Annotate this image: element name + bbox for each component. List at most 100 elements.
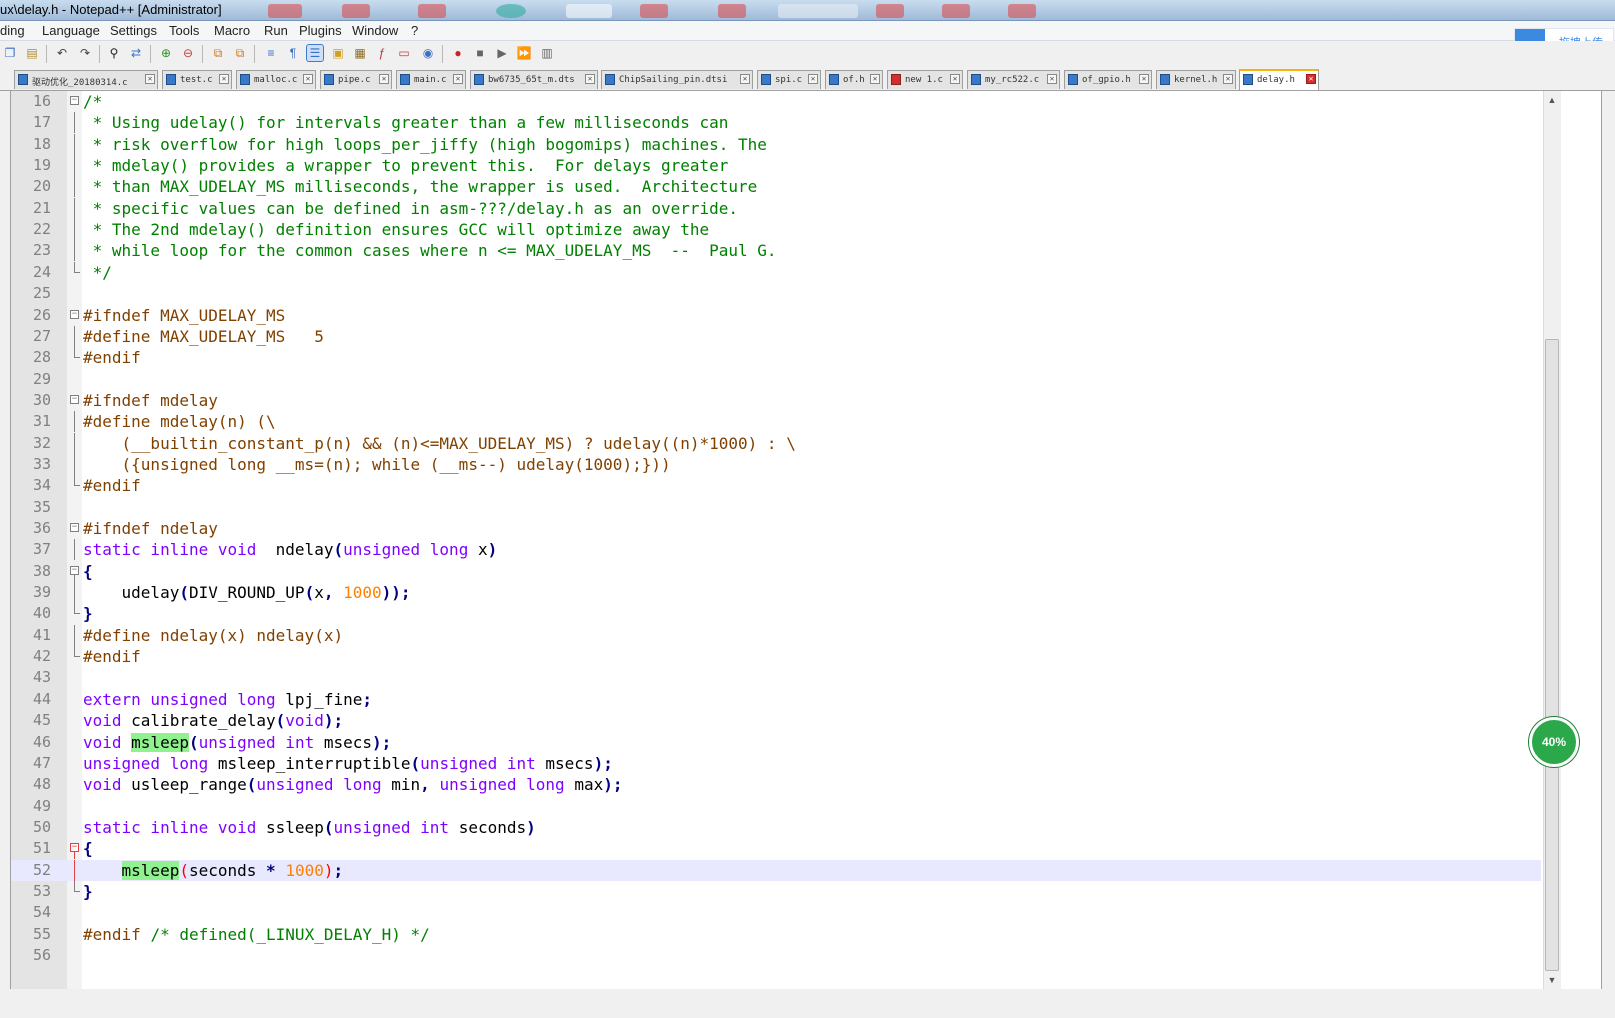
folder-as-workspace-icon[interactable]: ▭ bbox=[396, 45, 412, 61]
zoom-in-icon[interactable]: ⊕ bbox=[158, 45, 174, 61]
tab-file[interactable]: my_rc522.c ✕ bbox=[967, 70, 1060, 89]
code-line[interactable]: 40} bbox=[11, 603, 1541, 624]
sync-vertical-icon[interactable]: ⧉ bbox=[210, 45, 226, 61]
language-icon[interactable]: ▣ bbox=[330, 45, 346, 61]
fold-toggle-icon[interactable]: − bbox=[70, 565, 79, 575]
monitor-icon[interactable]: ◉ bbox=[420, 45, 436, 61]
code-line[interactable]: 56 bbox=[11, 945, 1541, 966]
tab-file[interactable]: of_gpio.h ✕ bbox=[1064, 70, 1152, 89]
close-tab-icon[interactable]: ✕ bbox=[808, 74, 818, 84]
code-line[interactable]: 32 (__builtin_constant_p(n) && (n)<=MAX_… bbox=[11, 432, 1541, 454]
code-line[interactable]: 29 bbox=[11, 369, 1541, 390]
paste-icon[interactable]: ▤ bbox=[24, 45, 40, 61]
close-tab-icon[interactable]: ✕ bbox=[870, 74, 880, 84]
code-line[interactable]: 42 #endif bbox=[11, 646, 1541, 667]
menu-plugins[interactable]: Plugins bbox=[299, 23, 342, 38]
close-tab-icon[interactable]: ✕ bbox=[1306, 74, 1316, 84]
code-line[interactable]: 16 −/* bbox=[11, 91, 1541, 112]
code-line[interactable]: 26 − #ifndef MAX_UDELAY_MS bbox=[11, 305, 1541, 326]
tab-file[interactable]: malloc.c ✕ bbox=[236, 70, 316, 89]
close-tab-icon[interactable]: ✕ bbox=[1047, 74, 1057, 84]
scrollbar-thumb[interactable] bbox=[1545, 339, 1559, 971]
code-line[interactable]: 33 ({unsigned long __ms=(n); while (__ms… bbox=[11, 453, 1541, 475]
code-line[interactable]: 47 unsigned long msleep_interruptible(uns… bbox=[11, 753, 1541, 774]
word-wrap-icon[interactable]: ≡ bbox=[263, 45, 279, 61]
fold-toggle-icon[interactable]: − bbox=[70, 523, 79, 532]
function-list-icon[interactable]: ƒ bbox=[374, 45, 390, 61]
code-line[interactable]: 22 * The 2nd mdelay() definition ensures… bbox=[11, 219, 1541, 241]
tab-file[interactable]: main.c ✕ bbox=[396, 70, 466, 89]
close-tab-icon[interactable]: ✕ bbox=[219, 74, 229, 84]
tab-file[interactable]: of.h ✕ bbox=[825, 70, 883, 89]
tab-file[interactable]: 驱动优化_20180314.c ✕ bbox=[14, 70, 158, 89]
menu-run[interactable]: Run bbox=[264, 23, 288, 38]
record-macro-icon[interactable]: ● bbox=[450, 45, 466, 61]
fold-toggle-icon[interactable]: − bbox=[70, 96, 79, 105]
tab-file[interactable]: pipe.c ✕ bbox=[320, 70, 392, 89]
indent-guide-icon[interactable]: ☰ bbox=[306, 44, 324, 62]
menu-tools[interactable]: Tools bbox=[169, 23, 199, 38]
menu-encoding[interactable]: ding bbox=[0, 23, 25, 38]
menu-macro[interactable]: Macro bbox=[214, 23, 250, 38]
close-tab-icon[interactable]: ✕ bbox=[740, 74, 750, 84]
code-line[interactable]: 20 * than MAX_UDELAY_MS milliseconds, th… bbox=[11, 176, 1541, 198]
code-line[interactable]: 43 bbox=[11, 667, 1541, 688]
fold-toggle-icon[interactable]: − bbox=[70, 309, 79, 319]
code-line[interactable]: 52 msleep(seconds * 1000); bbox=[11, 859, 1541, 881]
menu-help[interactable]: ? bbox=[411, 23, 418, 38]
fold-toggle-icon[interactable]: − bbox=[70, 394, 79, 404]
sync-horizontal-icon[interactable]: ⧉ bbox=[232, 45, 248, 61]
tab-file[interactable]: spi.c ✕ bbox=[757, 70, 821, 89]
close-tab-icon[interactable]: ✕ bbox=[950, 74, 960, 84]
progress-badge[interactable]: 40% bbox=[1529, 717, 1579, 767]
find-icon[interactable]: ⚲ bbox=[106, 45, 122, 61]
code-line[interactable]: 34 #endif bbox=[11, 475, 1541, 496]
code-line[interactable]: 38 −{ bbox=[11, 561, 1541, 582]
close-tab-icon[interactable]: ✕ bbox=[1139, 74, 1149, 84]
code-line[interactable]: 45 void calibrate_delay(void); bbox=[11, 710, 1541, 731]
tab-file[interactable]: bw6735_65t_m.dts ✕ bbox=[470, 70, 598, 89]
menu-language[interactable]: Language bbox=[42, 23, 100, 38]
code-line[interactable]: 46 void msleep(unsigned int msecs); bbox=[11, 732, 1541, 753]
code-line[interactable]: 24 */ bbox=[11, 261, 1541, 283]
code-line[interactable]: 19 * mdelay() provides a wrapper to prev… bbox=[11, 155, 1541, 177]
code-line[interactable]: 28 #endif bbox=[11, 347, 1541, 368]
playback-icon[interactable]: ▶ bbox=[494, 45, 510, 61]
code-line[interactable]: 18 * risk overflow for high loops_per_ji… bbox=[11, 133, 1541, 155]
close-tab-icon[interactable]: ✕ bbox=[1223, 74, 1233, 84]
undo-icon[interactable]: ↶ bbox=[54, 45, 70, 61]
code-line[interactable]: 53} bbox=[11, 880, 1541, 902]
code-line[interactable]: 39 udelay(DIV_ROUND_UP(x, 1000)); bbox=[11, 582, 1541, 604]
tab-file-active[interactable]: delay.h ✕ bbox=[1239, 69, 1319, 90]
code-editor[interactable]: 16−/* 17 * Using udelay() for intervals g… bbox=[10, 91, 1602, 1016]
vertical-scrollbar[interactable]: ▲ ▼ bbox=[1543, 91, 1561, 991]
code-line[interactable]: 23 * while loop for the common cases whe… bbox=[11, 240, 1541, 262]
close-tab-icon[interactable]: ✕ bbox=[303, 74, 313, 84]
code-line[interactable]: 25 bbox=[11, 283, 1541, 304]
show-all-chars-icon[interactable]: ¶ bbox=[285, 45, 301, 61]
redo-icon[interactable]: ↷ bbox=[77, 45, 93, 61]
code-line[interactable]: 31 #define mdelay(n) (\ bbox=[11, 411, 1541, 433]
tab-file[interactable]: test.c ✕ bbox=[162, 70, 232, 89]
zoom-out-icon[interactable]: ⊖ bbox=[180, 45, 196, 61]
code-line[interactable]: 55 #endif /* defined(_LINUX_DELAY_H) */ bbox=[11, 924, 1541, 945]
close-tab-icon[interactable]: ✕ bbox=[379, 74, 389, 84]
code-area[interactable]: 16−/* 17 * Using udelay() for intervals g… bbox=[11, 91, 1601, 1016]
tab-file[interactable]: kernel.h ✕ bbox=[1156, 70, 1236, 89]
stop-record-icon[interactable]: ■ bbox=[472, 45, 488, 61]
code-line[interactable]: 44 extern unsigned long lpj_fine; bbox=[11, 689, 1541, 710]
close-tab-icon[interactable]: ✕ bbox=[585, 74, 595, 84]
replace-icon[interactable]: ⇄ bbox=[128, 45, 144, 61]
code-line[interactable]: 37 static inline void ndelay(unsigned lon… bbox=[11, 539, 1541, 561]
scroll-up-icon[interactable]: ▲ bbox=[1546, 95, 1558, 107]
copy-icon[interactable]: ❐ bbox=[2, 45, 18, 61]
menu-settings[interactable]: Settings bbox=[110, 23, 157, 38]
code-line[interactable]: 48 void usleep_range(unsigned long min, u… bbox=[11, 774, 1541, 795]
code-line[interactable]: 17 * Using udelay() for intervals greate… bbox=[11, 112, 1541, 134]
run-macro-multiple-icon[interactable]: ⏩ bbox=[516, 45, 532, 61]
tab-file[interactable]: ChipSailing_pin.dtsi ✕ bbox=[601, 70, 753, 89]
code-line[interactable]: 27 #define MAX_UDELAY_MS 5 bbox=[11, 325, 1541, 347]
scroll-down-icon[interactable]: ▼ bbox=[1546, 975, 1558, 987]
code-line[interactable]: 36 − #ifndef ndelay bbox=[11, 518, 1541, 539]
code-line[interactable]: 30 − #ifndef mdelay bbox=[11, 390, 1541, 411]
